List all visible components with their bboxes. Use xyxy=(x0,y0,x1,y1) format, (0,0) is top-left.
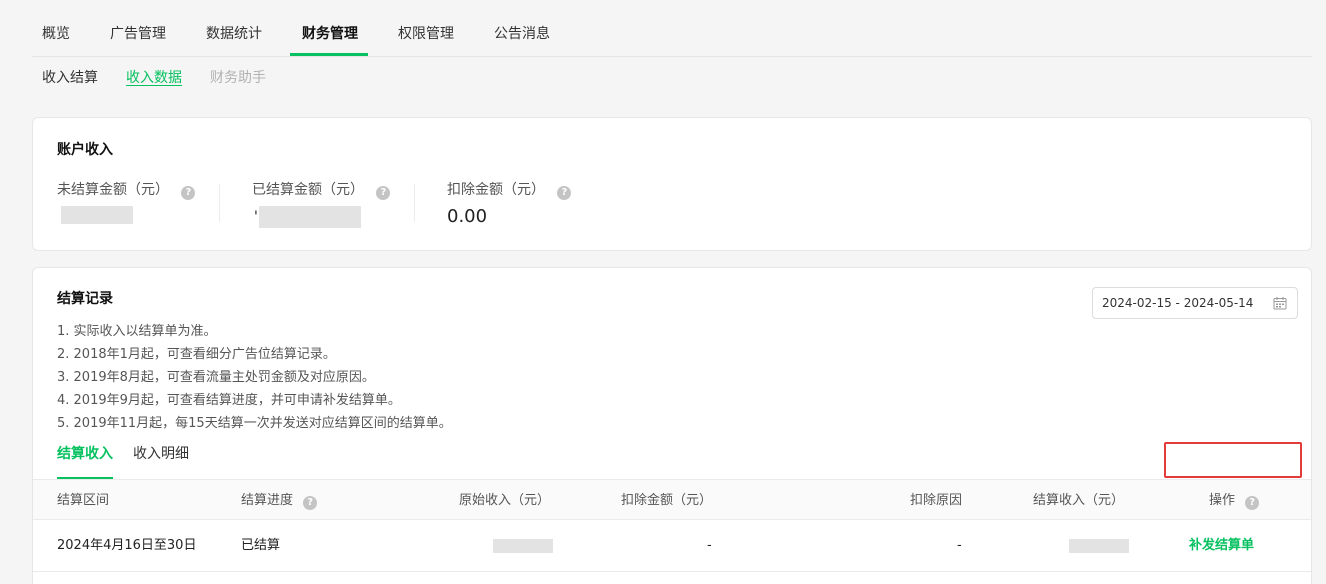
tab-ad-management[interactable]: 广告管理 xyxy=(110,24,166,44)
deduction-amount-value: 0.00 xyxy=(447,206,488,227)
metric-divider xyxy=(414,184,415,222)
unsettled-amount-label: 未结算金额（元） ? xyxy=(57,180,196,200)
note-line: 2. 2018年1月起，可查看细分广告位结算记录。 xyxy=(57,347,336,362)
top-nav: 概览 广告管理 数据统计 财务管理 权限管理 公告消息 xyxy=(32,0,1312,57)
table-header: 结算区间 结算进度 ? 原始收入（元） 扣除金额（元） 扣除原因 结算收入（元）… xyxy=(33,479,1311,520)
cell-period: 2024年4月16日至30日 xyxy=(57,538,197,553)
col-period: 结算区间 xyxy=(57,493,110,508)
note-line: 3. 2019年8月起，可查看流量主处罚金额及对应原因。 xyxy=(57,370,375,385)
page: 概览 广告管理 数据统计 财务管理 权限管理 公告消息 收入结算 收入数据 财务… xyxy=(0,0,1326,584)
resend-statement-button[interactable]: 补发结算单 xyxy=(1189,537,1254,555)
date-range-picker[interactable]: 2024-02-15 - 2024-05-14 xyxy=(1092,287,1298,319)
col-progress: 结算进度 ? xyxy=(241,492,318,510)
unsettled-amount-label-text: 未结算金额（元） xyxy=(57,182,169,198)
deduction-amount-label-text: 扣除金额（元） xyxy=(447,182,545,198)
deduction-amount-label: 扣除金额（元） ? xyxy=(447,180,572,200)
settled-amount-label: 已结算金额（元） ? xyxy=(252,180,391,200)
subtab-income-data[interactable]: 收入数据 xyxy=(126,68,182,88)
settlement-notes: 1. 实际收入以结算单为准。 2. 2018年1月起，可查看细分广告位结算记录。… xyxy=(57,320,452,435)
col-deduction: 扣除金额（元） xyxy=(621,493,713,508)
cell-settled-income xyxy=(1069,539,1129,553)
account-income-card: 账户收入 未结算金额（元） ? 已结算金额（元） ? ' 扣除金额（元） ? 0… xyxy=(32,117,1312,251)
subtab-finance-assistant[interactable]: 财务助手 xyxy=(210,68,266,88)
question-circle-icon[interactable]: ? xyxy=(181,186,196,200)
note-line: 1. 实际收入以结算单为准。 xyxy=(57,324,217,339)
metric-divider xyxy=(219,184,220,222)
tab-data-statistics[interactable]: 数据统计 xyxy=(206,24,262,44)
cell-deduction: - xyxy=(707,538,712,553)
col-original-income: 原始收入（元） xyxy=(459,493,551,508)
col-deduction-reason: 扣除原因 xyxy=(910,493,963,508)
note-line: 4. 2019年9月起，可查看结算进度，并可申请补发结算单。 xyxy=(57,393,401,408)
tab-income-details[interactable]: 收入明细 xyxy=(133,444,189,464)
question-circle-icon[interactable]: ? xyxy=(303,496,318,510)
col-action: 操作 ? xyxy=(1209,492,1260,510)
cell-progress: 已结算 xyxy=(241,538,281,553)
col-progress-text: 结算进度 xyxy=(241,493,294,508)
settled-amount-blur xyxy=(259,206,361,228)
settled-amount-label-text: 已结算金额（元） xyxy=(252,182,364,198)
calendar-icon xyxy=(1273,297,1287,310)
table-row: 2024年4月16日至30日 已结算 - - 补发结算单 xyxy=(33,520,1311,572)
tab-announcements[interactable]: 公告消息 xyxy=(494,24,550,44)
cell-original-income xyxy=(493,539,553,553)
subtab-income-settlement[interactable]: 收入结算 xyxy=(42,68,98,88)
account-income-title: 账户收入 xyxy=(57,142,113,158)
settlement-records-title: 结算记录 xyxy=(57,291,113,307)
active-tab-indicator xyxy=(290,53,368,56)
tab-overview[interactable]: 概览 xyxy=(42,24,70,44)
tab-settled-income[interactable]: 结算收入 xyxy=(57,444,113,464)
tab-finance-management[interactable]: 财务管理 xyxy=(302,24,358,44)
col-settled-income: 结算收入（元） xyxy=(1033,493,1125,508)
unsettled-amount-value xyxy=(61,206,133,224)
cell-deduction-reason: - xyxy=(957,538,962,553)
note-line: 5. 2019年11月起，每15天结算一次并发送对应结算区间的结算单。 xyxy=(57,416,452,431)
question-circle-icon[interactable]: ? xyxy=(557,186,572,200)
date-range-value: 2024-02-15 - 2024-05-14 xyxy=(1102,296,1254,310)
question-circle-icon[interactable]: ? xyxy=(1245,496,1260,510)
question-circle-icon[interactable]: ? xyxy=(376,186,391,200)
highlight-box xyxy=(1164,442,1302,478)
tab-permission-management[interactable]: 权限管理 xyxy=(398,24,454,44)
settlement-records-card: 结算记录 2024-02-15 - 2024-05-14 1. 实际收入以结算单… xyxy=(32,267,1312,584)
col-action-text: 操作 xyxy=(1209,493,1236,508)
settled-amount-value: ' xyxy=(254,209,258,225)
